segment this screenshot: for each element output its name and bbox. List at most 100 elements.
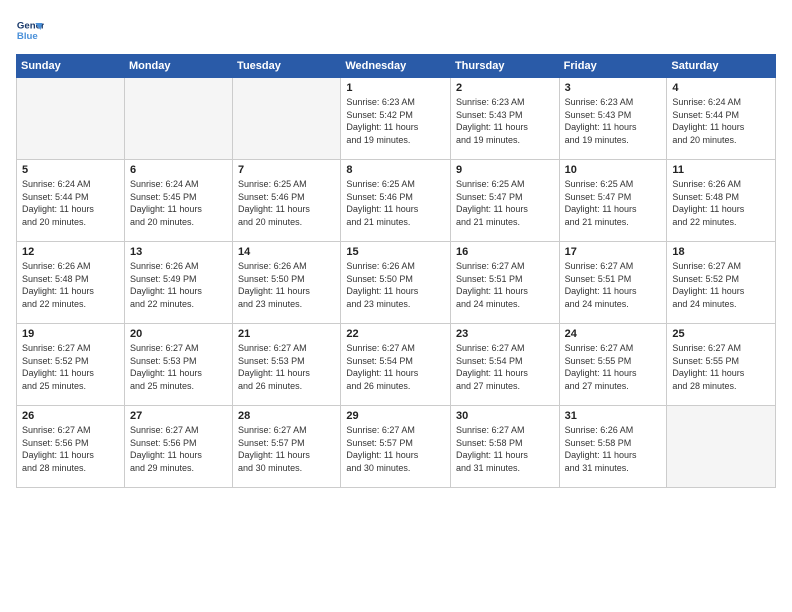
day-info: Sunrise: 6:26 AM Sunset: 5:58 PM Dayligh…	[565, 424, 662, 474]
day-info: Sunrise: 6:27 AM Sunset: 5:53 PM Dayligh…	[238, 342, 335, 392]
day-info: Sunrise: 6:24 AM Sunset: 5:45 PM Dayligh…	[130, 178, 227, 228]
day-number: 16	[456, 246, 554, 258]
week-row-4: 19 Sunrise: 6:27 AM Sunset: 5:52 PM Dayli…	[17, 324, 776, 406]
week-row-1: 1 Sunrise: 6:23 AM Sunset: 5:42 PM Daylig…	[17, 78, 776, 160]
day-number: 31	[565, 410, 662, 422]
calendar-cell: 23Sunrise: 6:27 AM Sunset: 5:54 PM Dayli…	[450, 324, 559, 406]
calendar-cell: 12 Sunrise: 6:26 AM Sunset: 5:48 PM Dayli…	[17, 242, 125, 324]
calendar-cell: 15 Sunrise: 6:26 AM Sunset: 5:50 PM Dayli…	[341, 242, 451, 324]
day-info: Sunrise: 6:27 AM Sunset: 5:52 PM Dayligh…	[22, 342, 119, 392]
calendar-cell: 21 Sunrise: 6:27 AM Sunset: 5:53 PM Dayli…	[233, 324, 341, 406]
day-info: Sunrise: 6:25 AM Sunset: 5:46 PM Dayligh…	[346, 178, 445, 228]
day-number: 26	[22, 410, 119, 422]
day-info: Sunrise: 6:23 AM Sunset: 5:43 PM Dayligh…	[456, 96, 554, 146]
calendar-cell	[233, 78, 341, 160]
day-info: Sunrise: 6:26 AM Sunset: 5:49 PM Dayligh…	[130, 260, 227, 310]
day-number: 13	[130, 246, 227, 258]
week-row-5: 26 Sunrise: 6:27 AM Sunset: 5:56 PM Dayli…	[17, 406, 776, 488]
day-number: 12	[22, 246, 119, 258]
weekday-header-wednesday: Wednesday	[341, 55, 451, 78]
day-info: Sunrise: 6:26 AM Sunset: 5:48 PM Dayligh…	[672, 178, 770, 228]
calendar-cell: 10Sunrise: 6:25 AM Sunset: 5:47 PM Dayli…	[559, 160, 667, 242]
day-number: 18	[672, 246, 770, 258]
day-info: Sunrise: 6:27 AM Sunset: 5:57 PM Dayligh…	[238, 424, 335, 474]
calendar-cell	[124, 78, 232, 160]
logo: General Blue	[16, 16, 48, 44]
day-number: 14	[238, 246, 335, 258]
day-number: 17	[565, 246, 662, 258]
calendar-cell: 17 Sunrise: 6:27 AM Sunset: 5:51 PM Dayli…	[559, 242, 667, 324]
day-number: 1	[346, 82, 445, 94]
day-info: Sunrise: 6:24 AM Sunset: 5:44 PM Dayligh…	[22, 178, 119, 228]
calendar-cell: 30 Sunrise: 6:27 AM Sunset: 5:58 PM Dayli…	[450, 406, 559, 488]
day-number: 21	[238, 328, 335, 340]
day-info: Sunrise: 6:27 AM Sunset: 5:54 PM Dayligh…	[346, 342, 445, 392]
day-number: 20	[130, 328, 227, 340]
weekday-header-row: SundayMondayTuesdayWednesdayThursdayFrid…	[17, 55, 776, 78]
day-number: 15	[346, 246, 445, 258]
day-number: 3	[565, 82, 662, 94]
day-number: 23	[456, 328, 554, 340]
day-number: 30	[456, 410, 554, 422]
calendar-cell: 8 Sunrise: 6:25 AM Sunset: 5:46 PM Daylig…	[341, 160, 451, 242]
day-info: Sunrise: 6:25 AM Sunset: 5:46 PM Dayligh…	[238, 178, 335, 228]
calendar-cell: 31 Sunrise: 6:26 AM Sunset: 5:58 PM Dayli…	[559, 406, 667, 488]
calendar-cell: 20Sunrise: 6:27 AM Sunset: 5:53 PM Dayli…	[124, 324, 232, 406]
page: General Blue SundayMondayTuesdayWednesda…	[0, 0, 792, 612]
day-info: Sunrise: 6:25 AM Sunset: 5:47 PM Dayligh…	[456, 178, 554, 228]
day-number: 29	[346, 410, 445, 422]
calendar-cell: 11 Sunrise: 6:26 AM Sunset: 5:48 PM Dayli…	[667, 160, 776, 242]
calendar-cell: 9Sunrise: 6:25 AM Sunset: 5:47 PM Daylig…	[450, 160, 559, 242]
calendar-cell: 5 Sunrise: 6:24 AM Sunset: 5:44 PM Daylig…	[17, 160, 125, 242]
calendar-cell: 7 Sunrise: 6:25 AM Sunset: 5:46 PM Daylig…	[233, 160, 341, 242]
day-number: 28	[238, 410, 335, 422]
day-info: Sunrise: 6:27 AM Sunset: 5:56 PM Dayligh…	[130, 424, 227, 474]
day-number: 25	[672, 328, 770, 340]
calendar: SundayMondayTuesdayWednesdayThursdayFrid…	[16, 54, 776, 488]
svg-text:Blue: Blue	[17, 31, 38, 42]
day-info: Sunrise: 6:25 AM Sunset: 5:47 PM Dayligh…	[565, 178, 662, 228]
day-number: 6	[130, 164, 227, 176]
day-info: Sunrise: 6:24 AM Sunset: 5:44 PM Dayligh…	[672, 96, 770, 146]
calendar-cell: 26Sunrise: 6:27 AM Sunset: 5:56 PM Dayli…	[17, 406, 125, 488]
week-row-2: 5 Sunrise: 6:24 AM Sunset: 5:44 PM Daylig…	[17, 160, 776, 242]
day-number: 24	[565, 328, 662, 340]
day-info: Sunrise: 6:23 AM Sunset: 5:42 PM Dayligh…	[346, 96, 445, 146]
day-number: 27	[130, 410, 227, 422]
day-info: Sunrise: 6:26 AM Sunset: 5:50 PM Dayligh…	[346, 260, 445, 310]
day-number: 11	[672, 164, 770, 176]
header: General Blue	[16, 16, 776, 44]
day-info: Sunrise: 6:27 AM Sunset: 5:58 PM Dayligh…	[456, 424, 554, 474]
weekday-header-monday: Monday	[124, 55, 232, 78]
calendar-cell	[17, 78, 125, 160]
weekday-header-tuesday: Tuesday	[233, 55, 341, 78]
day-info: Sunrise: 6:27 AM Sunset: 5:51 PM Dayligh…	[565, 260, 662, 310]
calendar-cell: 25 Sunrise: 6:27 AM Sunset: 5:55 PM Dayli…	[667, 324, 776, 406]
calendar-cell: 16 Sunrise: 6:27 AM Sunset: 5:51 PM Dayli…	[450, 242, 559, 324]
day-number: 7	[238, 164, 335, 176]
day-number: 5	[22, 164, 119, 176]
day-info: Sunrise: 6:27 AM Sunset: 5:55 PM Dayligh…	[672, 342, 770, 392]
day-number: 8	[346, 164, 445, 176]
weekday-header-sunday: Sunday	[17, 55, 125, 78]
calendar-cell: 27 Sunrise: 6:27 AM Sunset: 5:56 PM Dayli…	[124, 406, 232, 488]
calendar-cell: 1 Sunrise: 6:23 AM Sunset: 5:42 PM Daylig…	[341, 78, 451, 160]
logo-icon: General Blue	[16, 16, 44, 44]
day-number: 22	[346, 328, 445, 340]
weekday-header-saturday: Saturday	[667, 55, 776, 78]
calendar-cell	[667, 406, 776, 488]
day-info: Sunrise: 6:27 AM Sunset: 5:55 PM Dayligh…	[565, 342, 662, 392]
calendar-cell: 24 Sunrise: 6:27 AM Sunset: 5:55 PM Dayli…	[559, 324, 667, 406]
calendar-cell: 4 Sunrise: 6:24 AM Sunset: 5:44 PM Daylig…	[667, 78, 776, 160]
day-number: 19	[22, 328, 119, 340]
day-info: Sunrise: 6:26 AM Sunset: 5:48 PM Dayligh…	[22, 260, 119, 310]
calendar-cell: 28 Sunrise: 6:27 AM Sunset: 5:57 PM Dayli…	[233, 406, 341, 488]
calendar-cell: 19 Sunrise: 6:27 AM Sunset: 5:52 PM Dayli…	[17, 324, 125, 406]
day-number: 4	[672, 82, 770, 94]
weekday-header-friday: Friday	[559, 55, 667, 78]
day-info: Sunrise: 6:27 AM Sunset: 5:52 PM Dayligh…	[672, 260, 770, 310]
day-number: 2	[456, 82, 554, 94]
calendar-cell: 3 Sunrise: 6:23 AM Sunset: 5:43 PM Daylig…	[559, 78, 667, 160]
day-info: Sunrise: 6:27 AM Sunset: 5:51 PM Dayligh…	[456, 260, 554, 310]
day-info: Sunrise: 6:23 AM Sunset: 5:43 PM Dayligh…	[565, 96, 662, 146]
